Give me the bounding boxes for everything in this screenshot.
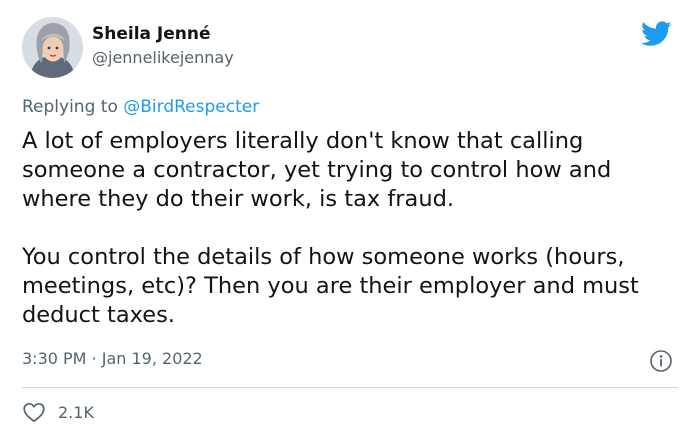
info-icon[interactable] <box>649 349 673 373</box>
divider <box>22 387 678 388</box>
avatar[interactable] <box>22 17 83 78</box>
author-handle[interactable]: @jennelikejennay <box>92 48 234 68</box>
twitter-bird-icon <box>641 21 672 46</box>
author-display-name[interactable]: Sheila Jenné <box>92 24 234 44</box>
reply-context: Replying to @BirdRespecter <box>22 96 259 118</box>
reply-mention-link[interactable]: @BirdRespecter <box>123 97 259 117</box>
like-count: 2.1K <box>58 402 94 422</box>
tweet-header: Sheila Jenné @jennelikejennay <box>22 17 678 83</box>
tweet-text: A lot of employers literally don't know … <box>22 127 682 330</box>
tweet-paragraph: A lot of employers literally don't know … <box>22 128 612 212</box>
tweet-paragraph: You control the details of how someone w… <box>22 244 639 328</box>
like-action[interactable]: 2.1K <box>22 400 94 424</box>
heart-icon[interactable] <box>22 401 46 423</box>
tweet-timestamp[interactable]: 3:30 PM · Jan 19, 2022 <box>22 348 203 370</box>
reply-prefix: Replying to <box>22 97 118 117</box>
